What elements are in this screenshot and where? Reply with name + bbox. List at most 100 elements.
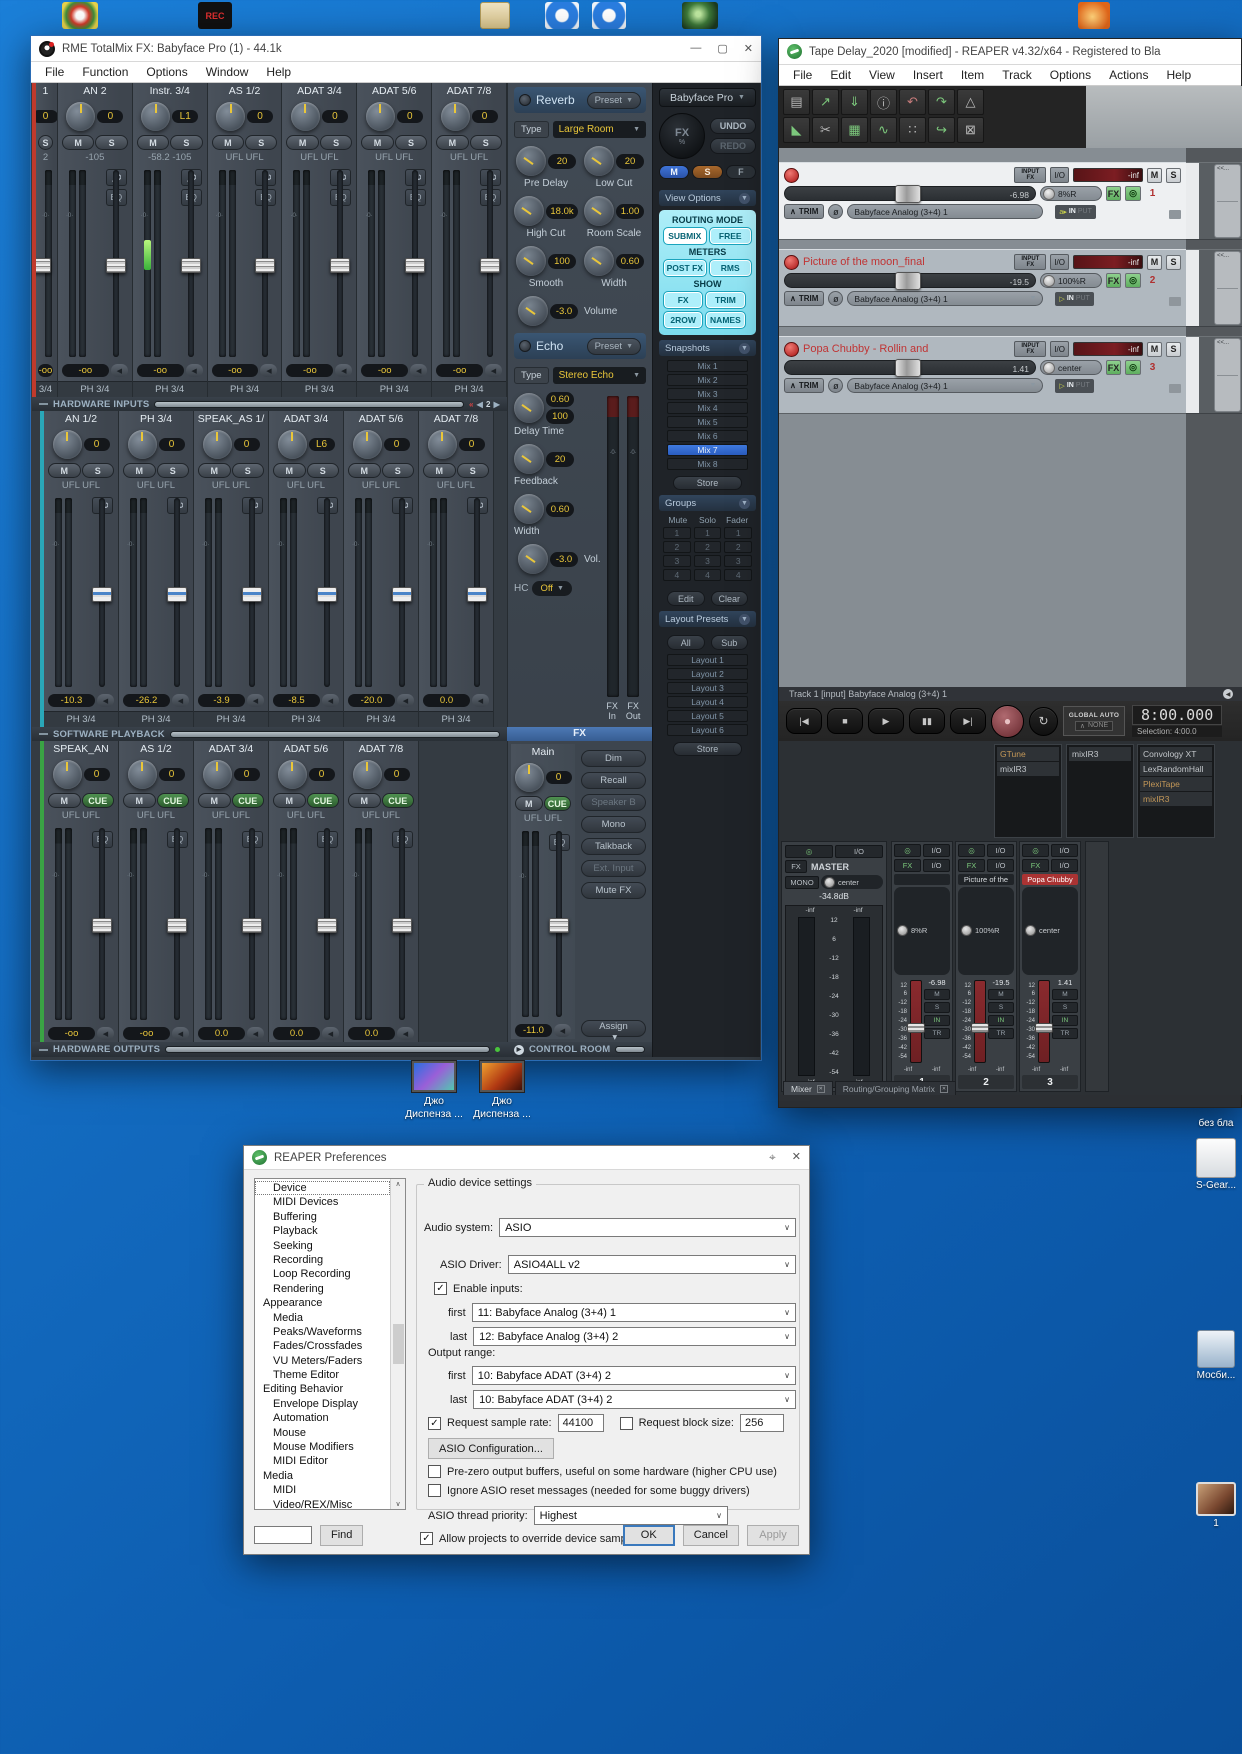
control-room-button[interactable]: Recall <box>581 772 646 789</box>
link-arrow-button[interactable]: ◀ <box>554 1024 571 1037</box>
highcut-knob[interactable]: 18.0k High Cut <box>514 196 578 239</box>
record-arm-button[interactable] <box>784 167 799 183</box>
nav-item[interactable]: Seeking <box>255 1239 390 1253</box>
msf-button[interactable]: F <box>725 165 756 179</box>
hardware-outputs-bar[interactable]: HARDWARE OUTPUTS <box>32 1042 507 1057</box>
io-button[interactable]: I/O <box>1050 341 1069 357</box>
channel-name[interactable]: ADAT 7/8 <box>347 743 415 757</box>
mute-button[interactable]: M <box>273 463 306 478</box>
solo-button[interactable]: S <box>170 135 203 150</box>
strip-fader-track[interactable] <box>971 979 989 1063</box>
fader-handle[interactable] <box>242 918 262 934</box>
cue-button[interactable]: CUE <box>306 793 339 808</box>
channel-name[interactable]: AN 1/2 <box>47 413 115 427</box>
link-arrow-button[interactable]: ◀ <box>172 694 189 707</box>
ok-button[interactable]: OK <box>622 1524 675 1546</box>
toolbar-icon[interactable]: ∷ <box>899 117 926 143</box>
output-assign-label[interactable]: PH 3/4 <box>282 381 357 397</box>
transport-time[interactable]: 8:00.000 <box>1132 705 1223 725</box>
asio-driver-select[interactable]: ASIO4ALL v2 ∨ <box>507 1255 796 1274</box>
control-room-button[interactable]: Dim <box>581 750 646 767</box>
find-button[interactable]: Find <box>320 1524 364 1546</box>
phase-button[interactable]: ø <box>828 378 844 393</box>
folder-icon[interactable] <box>1169 384 1181 393</box>
reverb-preset-dropdown[interactable]: Preset ▼ <box>586 91 641 109</box>
input-routing-dropdown[interactable]: Babyface Analog (3+4) 1 ▼ <box>847 204 1044 219</box>
loop-button[interactable]: ↻ <box>1029 706 1058 736</box>
output-assign-label[interactable]: PH 3/4 <box>57 381 132 397</box>
solo-button[interactable]: S <box>95 135 128 150</box>
input-first-select[interactable]: 11: Babyface Analog (3+4) 1 ∨ <box>471 1303 796 1322</box>
strip-trim-button[interactable]: TR <box>988 1027 1014 1039</box>
solo-button[interactable]: S <box>1166 341 1181 357</box>
strip-mute-button[interactable]: M <box>924 988 950 1000</box>
nav-item[interactable]: MIDI Editor <box>255 1454 390 1468</box>
cue-button[interactable]: CUE <box>231 793 264 808</box>
control-room-button[interactable]: Mute FX <box>581 882 646 899</box>
toolbar-icon[interactable]: ⊠ <box>957 117 984 143</box>
channel-name[interactable]: AS 1/2 <box>122 743 190 757</box>
volume-fader[interactable]: -19.5 <box>784 272 1036 290</box>
input-fx-button[interactable]: INPUT FX <box>1014 167 1047 183</box>
roomscale-knob[interactable]: 1.00 Room Scale <box>582 196 646 239</box>
layout-presets-bar[interactable]: Layout Presets ▼ <box>659 611 756 627</box>
undo-button[interactable]: UNDO <box>710 118 756 134</box>
minimize-button[interactable]: — <box>690 42 701 55</box>
solo-button[interactable]: S <box>1166 254 1181 270</box>
group-cell[interactable]: 4 <box>724 569 753 581</box>
input-last-select[interactable]: 12: Babyface Analog (3+4) 2 ∨ <box>473 1327 796 1346</box>
solo-button[interactable]: S <box>456 463 489 478</box>
snapshot-mix-item[interactable]: Mix 3 <box>667 388 748 400</box>
menu-item[interactable]: File <box>785 67 820 83</box>
output-assign-label[interactable]: PH 3/4 <box>432 381 506 397</box>
gain-knob[interactable] <box>52 429 82 459</box>
section-scrollbar[interactable] <box>615 1046 645 1053</box>
page-prev-button[interactable]: ◀ <box>477 400 483 409</box>
mute-button[interactable]: M <box>48 793 81 808</box>
volume-fader[interactable]: 1.41 <box>784 359 1036 377</box>
channel-name[interactable]: AN 2 <box>61 85 129 99</box>
fader-handle[interactable] <box>405 257 426 273</box>
link-arrow-button[interactable]: ◀ <box>172 1027 189 1040</box>
blocksize-input[interactable]: 256 <box>739 1414 784 1432</box>
reverb-enable-led[interactable] <box>519 94 531 106</box>
control-room-button[interactable]: Ext. Input <box>581 860 646 877</box>
menu-item[interactable]: Edit <box>822 67 859 83</box>
layout-all-button[interactable]: All <box>667 635 705 650</box>
snapshot-mix-item[interactable]: Mix 1 <box>667 360 748 372</box>
output-assign-label[interactable]: PH 3/4 <box>132 381 207 397</box>
channel-name[interactable]: ADAT 3/4 <box>272 413 340 427</box>
fader-handle[interactable] <box>895 359 921 377</box>
snapshots-bar[interactable]: Snapshots ▼ <box>659 340 756 356</box>
output-assign-label[interactable]: PH 3/4 <box>419 711 493 727</box>
find-input[interactable] <box>254 1526 312 1544</box>
gain-knob[interactable] <box>66 101 96 131</box>
echo-enable-led[interactable] <box>519 340 531 352</box>
section-scrollbar[interactable] <box>165 1046 490 1053</box>
gain-knob[interactable] <box>352 429 382 459</box>
assign-dropdown[interactable]: Assign ▾ <box>581 1020 646 1043</box>
track-name[interactable]: Popa Chubby - Rollin and <box>803 343 1010 355</box>
hardware-inputs-bar[interactable]: HARDWARE INPUTS « ◀ 2 ▶ <box>32 397 507 411</box>
maximize-button[interactable]: ▢ <box>717 42 727 55</box>
strip-io-button[interactable]: I/O <box>923 844 950 857</box>
nav-item[interactable]: Media <box>255 1469 390 1483</box>
toolbar-icon[interactable]: ↪ <box>928 117 955 143</box>
fx-slot[interactable]: PlexiTape <box>1140 777 1212 791</box>
fader-handle[interactable] <box>167 586 187 602</box>
cancel-button[interactable]: Cancel <box>682 1524 739 1546</box>
cue-button[interactable]: CUE <box>81 793 114 808</box>
strip-power-button[interactable]: ◎ <box>894 844 921 857</box>
strip-fader-handle[interactable] <box>1035 1022 1053 1033</box>
gain-knob[interactable] <box>127 429 157 459</box>
strip-monitor-button[interactable]: IN <box>924 1014 950 1026</box>
group-cell[interactable]: 3 <box>693 555 722 567</box>
gain-knob[interactable] <box>440 101 470 131</box>
media-item[interactable]: <<... <box>1214 251 1241 325</box>
output-assign-label[interactable]: PH 3/4 <box>357 381 432 397</box>
fader-handle[interactable] <box>895 272 921 290</box>
group-cell[interactable]: 1 <box>663 527 691 539</box>
strip-solo-button[interactable]: S <box>924 1001 950 1013</box>
fader-handle[interactable] <box>317 586 337 602</box>
solo-button[interactable]: S <box>469 135 502 150</box>
